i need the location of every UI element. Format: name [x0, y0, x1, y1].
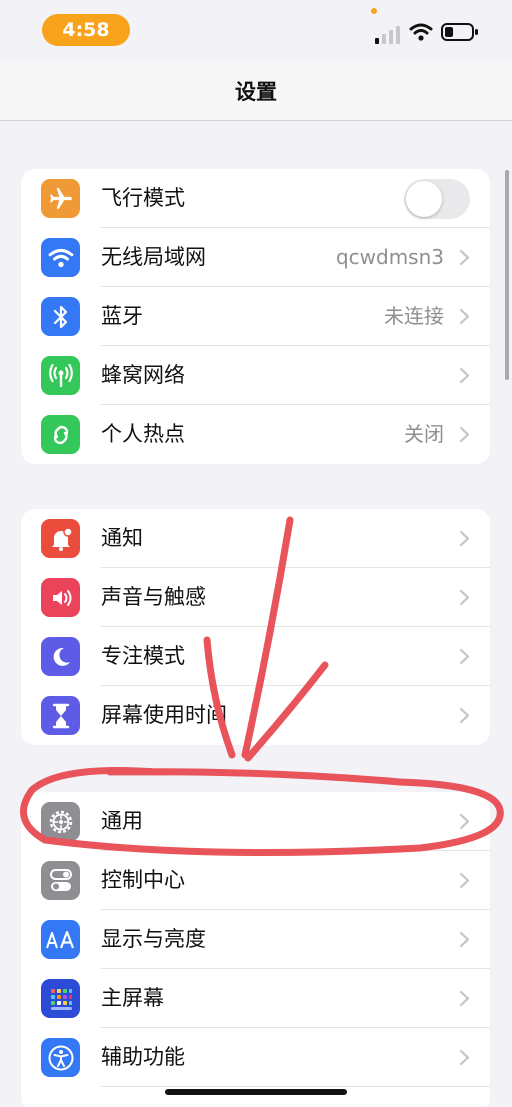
row-label: 声音与触感 [101, 585, 206, 609]
hotspot-icon [41, 415, 80, 454]
text-size-icon [41, 920, 80, 959]
status-bar: 4:58 [0, 0, 512, 60]
settings-row-cellular[interactable]: 蜂窝网络 [21, 346, 490, 405]
row-label: 专注模式 [101, 644, 185, 668]
bluetooth-icon [41, 297, 80, 336]
row-label: 飞行模式 [101, 186, 185, 210]
chevron-right-icon [459, 813, 470, 830]
settings-row-personal-hotspot[interactable]: 个人热点 关闭 [21, 405, 490, 464]
signal-icon [375, 26, 400, 44]
wifi-icon [41, 238, 80, 277]
row-label: 通用 [101, 809, 143, 833]
battery-icon [441, 23, 478, 41]
row-label: 蜂窝网络 [101, 363, 185, 387]
wifi-status-icon [409, 23, 433, 41]
settings-row-general[interactable]: 通用 [21, 792, 490, 851]
switches-icon [41, 861, 80, 900]
page-title: 设置 [235, 80, 277, 104]
row-value: 未连接 [384, 304, 444, 328]
settings-row-wifi[interactable]: 无线局域网 qcwdmsn3 [21, 228, 490, 287]
chevron-right-icon [459, 990, 470, 1007]
chevron-right-icon [459, 1049, 470, 1066]
chevron-right-icon [459, 530, 470, 547]
hourglass-icon [41, 696, 80, 735]
home-screen-icon [41, 979, 80, 1018]
chevron-right-icon [459, 249, 470, 266]
row-label: 主屏幕 [101, 986, 164, 1010]
settings-row-bluetooth[interactable]: 蓝牙 未连接 [21, 287, 490, 346]
chevron-right-icon [459, 872, 470, 889]
privacy-indicator-dot [371, 8, 377, 14]
settings-row-focus[interactable]: 专注模式 [21, 627, 490, 686]
notification-icon [41, 519, 80, 558]
chevron-right-icon [459, 308, 470, 325]
chevron-right-icon [459, 589, 470, 606]
row-label: 显示与亮度 [101, 927, 206, 951]
settings-row-control-center[interactable]: 控制中心 [21, 851, 490, 910]
settings-group-connectivity: 飞行模式 无线局域网 qcwdmsn3 蓝牙 未连接 蜂窝网络 个人热点 关闭 [21, 169, 490, 464]
settings-group-notifications: 通知 声音与触感 专注模式 屏幕使用时间 [21, 509, 490, 745]
chevron-right-icon [459, 931, 470, 948]
navigation-bar: 设置 [0, 60, 512, 121]
row-label: 通知 [101, 526, 143, 550]
chevron-right-icon [459, 367, 470, 384]
settings-row-home-screen[interactable]: 主屏幕 [21, 969, 490, 1028]
gear-icon [41, 802, 80, 841]
chevron-right-icon [459, 648, 470, 665]
row-value: 关闭 [404, 422, 444, 446]
row-label: 辅助功能 [101, 1045, 185, 1069]
row-label: 屏幕使用时间 [101, 703, 227, 727]
chevron-right-icon [459, 707, 470, 724]
row-label: 控制中心 [101, 868, 185, 892]
settings-row-accessibility[interactable]: 辅助功能 [21, 1028, 490, 1087]
chevron-right-icon [459, 426, 470, 443]
row-label: 个人热点 [101, 422, 185, 446]
settings-row-display-brightness[interactable]: 显示与亮度 [21, 910, 490, 969]
airplane-mode-toggle[interactable] [404, 179, 470, 219]
speaker-icon [41, 578, 80, 617]
settings-group-general: 通用 控制中心 显示与亮度 主屏幕 辅助功能 [21, 792, 490, 1107]
moon-icon [41, 637, 80, 676]
airplane-icon [41, 179, 80, 218]
cellular-icon [41, 356, 80, 395]
toggle-knob [406, 181, 442, 217]
row-label: 无线局域网 [101, 245, 206, 269]
row-value: qcwdmsn3 [335, 245, 444, 269]
settings-row-sounds-haptics[interactable]: 声音与触感 [21, 568, 490, 627]
accessibility-icon [41, 1038, 80, 1077]
status-time: 4:58 [42, 14, 130, 46]
scrollbar[interactable] [505, 170, 509, 380]
settings-row-notifications[interactable]: 通知 [21, 509, 490, 568]
settings-row-airplane-mode: 飞行模式 [21, 169, 490, 228]
settings-row-screen-time[interactable]: 屏幕使用时间 [21, 686, 490, 745]
home-indicator[interactable] [165, 1089, 347, 1095]
row-label: 蓝牙 [101, 304, 143, 328]
row-separator [101, 1086, 490, 1087]
